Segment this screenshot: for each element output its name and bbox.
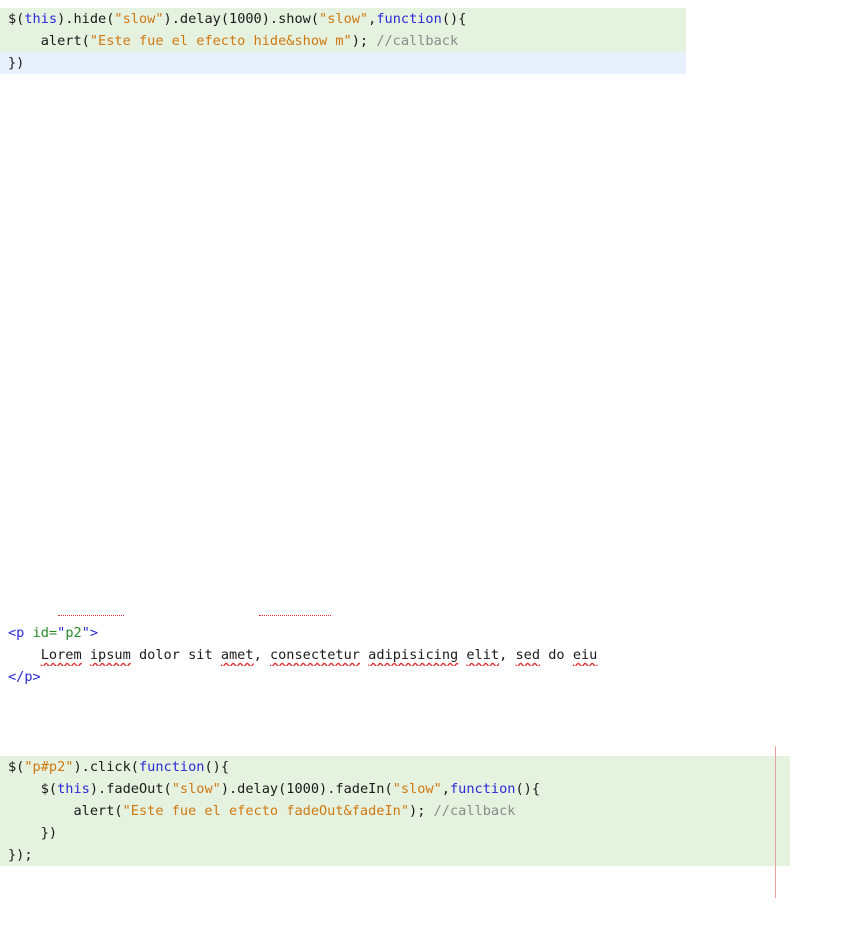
- code-token: );: [409, 803, 434, 819]
- code-token: ,: [499, 647, 516, 663]
- code-token: $(: [8, 781, 58, 797]
- code-line: </p>: [0, 666, 866, 688]
- code-token: //callback: [433, 803, 516, 819]
- code-line: alert("Este fue el efecto fadeOut&fadeIn…: [0, 800, 790, 822]
- code-token: "Este fue el efecto fadeOut&fadeIn": [122, 803, 410, 819]
- code-line: });: [0, 844, 790, 866]
- print-margin-line: [775, 746, 776, 898]
- code-token: (){: [441, 11, 467, 27]
- misspelled-word: amet: [220, 647, 254, 663]
- spellcheck-underline: [58, 615, 124, 616]
- code-token: ).delay(1000).show(: [163, 11, 320, 27]
- misspelled-word: ipsum: [89, 647, 131, 663]
- code-token: "Este fue el efecto hide&show m": [89, 33, 352, 49]
- code-token: function: [376, 11, 442, 27]
- code-block-fade: $("p#p2").click(function(){ $(this).fade…: [0, 756, 790, 866]
- code-token: ).click(: [73, 759, 139, 775]
- code-token: <p: [8, 625, 33, 641]
- spellcheck-underline: [259, 615, 331, 616]
- code-token: $(: [8, 759, 25, 775]
- code-line: <p id="p2">: [0, 622, 866, 644]
- code-token: this: [57, 781, 90, 797]
- code-line: $("p#p2").click(function(){: [0, 756, 790, 778]
- code-line: alert("Este fue el efecto hide&show m");…: [0, 30, 686, 52]
- code-token: }): [8, 825, 58, 841]
- code-token: function: [138, 759, 205, 775]
- code-token: (){: [515, 781, 541, 797]
- code-token: this: [24, 11, 58, 27]
- misspelled-word: Lorem: [40, 647, 82, 663]
- code-line: }): [0, 822, 790, 844]
- misspelled-word: sed: [515, 647, 541, 663]
- code-token: alert(: [8, 33, 90, 49]
- code-token: function: [449, 781, 516, 797]
- code-token: ).delay(1000).fadeIn(: [220, 781, 393, 797]
- code-token: //callback: [376, 33, 459, 49]
- code-block-hide-show: $(this).hide("slow").delay(1000).show("s…: [0, 8, 686, 74]
- code-token: ">: [81, 625, 99, 641]
- code-token: (){: [204, 759, 230, 775]
- misspelled-word: consectetur: [269, 647, 360, 663]
- code-line: }): [0, 52, 686, 74]
- code-token: id=: [32, 625, 58, 641]
- code-token: "slow": [171, 781, 221, 797]
- misspelled-word: eiu: [572, 647, 598, 663]
- code-token: );: [351, 33, 377, 49]
- code-token: $(: [8, 11, 25, 27]
- misspelled-word: elit: [466, 647, 500, 663]
- code-line: Lorem ipsum dolor sit amet, consectetur …: [0, 644, 866, 666]
- code-token: ,: [253, 647, 270, 663]
- code-token: "slow": [392, 781, 442, 797]
- misspelled-word: adipisicing: [368, 647, 459, 663]
- code-token: </p>: [8, 669, 41, 685]
- code-token: ).hide(: [57, 11, 115, 27]
- code-token: p2: [65, 625, 82, 641]
- code-block-html-paragraph: <p id="p2"> Lorem ipsum dolor sit amet, …: [0, 622, 866, 688]
- code-token: alert(: [8, 803, 123, 819]
- code-token: ).fadeOut(: [89, 781, 172, 797]
- code-token: "slow": [114, 11, 164, 27]
- code-line: $(this).hide("slow").delay(1000).show("s…: [0, 8, 686, 30]
- code-line: $(this).fadeOut("slow").delay(1000).fade…: [0, 778, 790, 800]
- code-token: "p#p2": [24, 759, 74, 775]
- code-token: ,: [441, 781, 450, 797]
- code-token: do: [540, 647, 573, 663]
- code-token: });: [8, 847, 33, 863]
- code-token: }): [8, 55, 25, 71]
- code-token: "slow": [319, 11, 369, 27]
- code-token: dolor sit: [130, 647, 221, 663]
